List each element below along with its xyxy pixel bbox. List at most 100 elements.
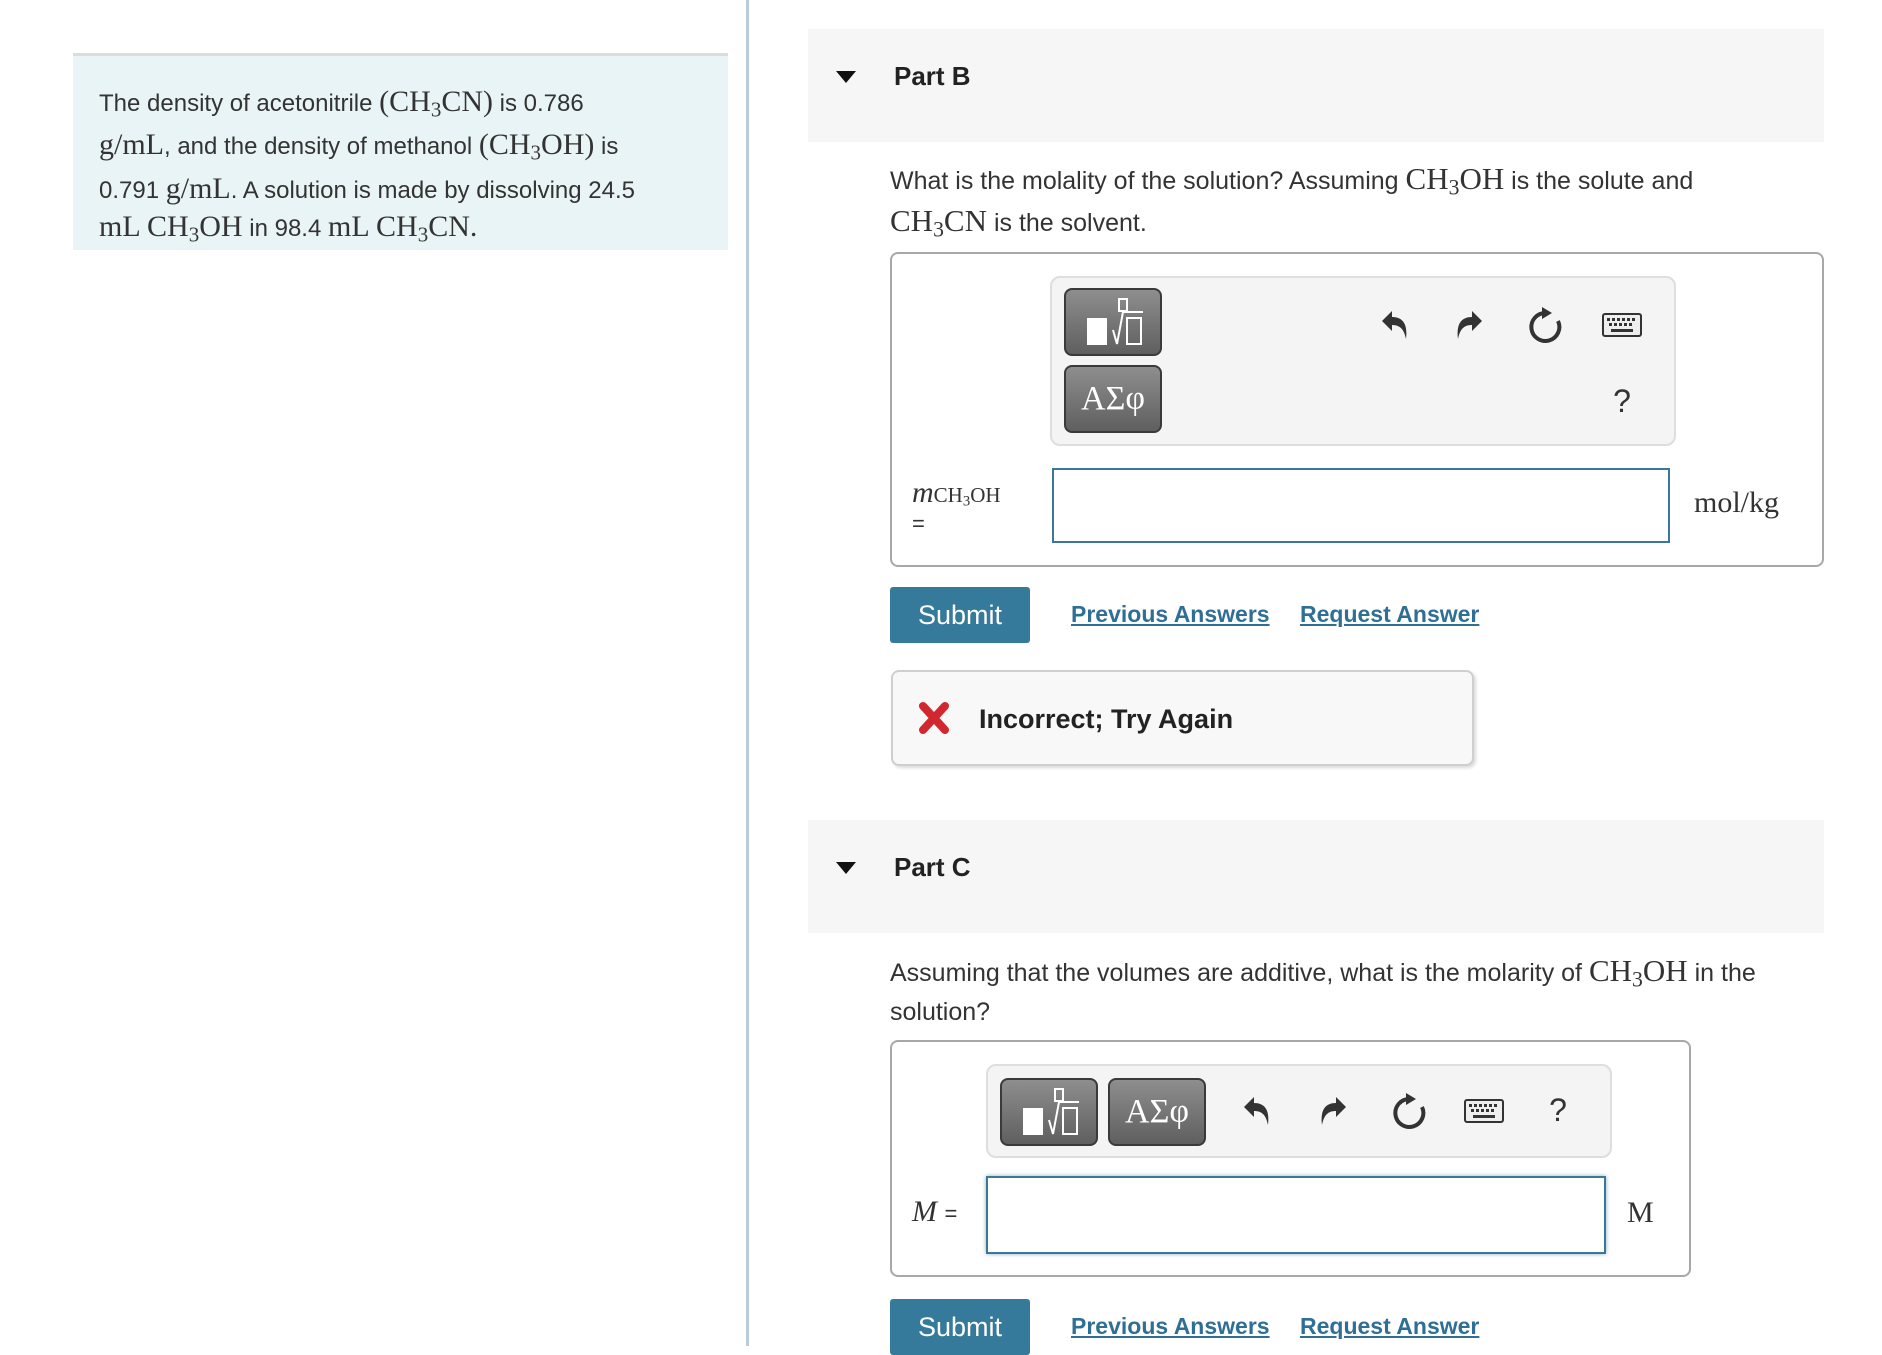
part-b-header[interactable]: Part B — [808, 29, 1824, 142]
keyboard-icon — [1602, 313, 1642, 337]
question-text: in the — [1687, 959, 1756, 987]
math-toolbar: ΑΣφ ? — [1050, 276, 1676, 446]
formula-text: OH) — [541, 128, 595, 162]
formula-volume-acetonitrile: mL CH3CN. — [327, 209, 478, 246]
formula-subscript: 3 — [1632, 967, 1643, 992]
molality-input-field[interactable] — [1054, 470, 1668, 541]
templates-icon — [1087, 298, 1143, 345]
part-b-previous-answers-link[interactable]: Previous Answers — [1071, 601, 1270, 628]
math-toolbar: ΑΣφ ? — [986, 1064, 1612, 1158]
redo-button[interactable] — [1450, 306, 1490, 346]
variable-subscript: OH — [970, 483, 1001, 507]
problem-statement-panel: The density of acetonitrile (CH3CN) is 0… — [73, 53, 728, 250]
problem-text-part: , and the density of methanol — [164, 133, 479, 161]
formula-methanol: CH3OH — [1405, 161, 1505, 200]
part-b-answer-box: ΑΣφ ? mCH3OH = mol/kg — [890, 252, 1824, 567]
undo-button[interactable] — [1374, 306, 1414, 346]
collapse-triangle-icon[interactable] — [836, 71, 856, 83]
keyboard-button[interactable] — [1464, 1092, 1504, 1132]
formula-text: (CH — [379, 85, 431, 118]
help-button[interactable]: ? — [1602, 381, 1642, 421]
formula-methanol: CH3OH — [1588, 953, 1688, 992]
formula-text: CH — [1405, 161, 1449, 196]
unit-text: g/mL — [165, 171, 231, 205]
reset-button[interactable] — [1526, 306, 1566, 346]
formula-acetonitrile: (CH3CN) — [379, 85, 493, 122]
variable-label: M = — [912, 1195, 957, 1229]
unit-text: g/mL — [99, 128, 164, 162]
molarity-answer-input[interactable] — [986, 1176, 1606, 1254]
greek-symbols-label: ΑΣφ — [1125, 1093, 1189, 1130]
formula-text: mL CH — [99, 209, 189, 243]
molality-answer-input[interactable] — [1052, 468, 1670, 543]
redo-icon — [1321, 1097, 1346, 1125]
formula-subscript: 3 — [1448, 175, 1460, 200]
formula-methanol: (CH3OH) — [479, 128, 595, 164]
formula-text: CH — [890, 203, 934, 239]
part-c-title: Part C — [894, 852, 971, 882]
keyboard-icon — [1464, 1099, 1504, 1123]
help-icon: ? — [1613, 382, 1631, 419]
formula-acetonitrile: CH3CN — [890, 203, 987, 241]
question-text: is the solvent. — [987, 209, 1147, 238]
undo-icon — [1382, 311, 1407, 339]
part-c-header[interactable]: Part C — [808, 820, 1824, 933]
problem-text-part: The density of acetonitrile — [99, 90, 380, 117]
part-b-request-answer-link[interactable]: Request Answer — [1300, 601, 1479, 628]
variable-label: mCH3OH = — [912, 476, 1001, 537]
formula-subscript: 3 — [430, 97, 442, 122]
formula-text: CN. — [428, 209, 478, 243]
feedback-incorrect: Incorrect; Try Again — [891, 670, 1474, 766]
part-c-question: Assuming that the volumes are additive, … — [890, 954, 1820, 1029]
part-c-answer-box: ΑΣφ ? M = M — [890, 1040, 1691, 1277]
formula-subscript: 3 — [417, 221, 429, 246]
incorrect-x-icon — [919, 702, 949, 734]
undo-button[interactable] — [1236, 1092, 1276, 1132]
part-b-title: Part B — [894, 61, 971, 91]
problem-text-part: in 98.4 — [242, 214, 328, 242]
variable-main: m — [912, 476, 934, 509]
problem-text-part: is — [594, 133, 619, 161]
panel-divider — [746, 0, 749, 1346]
part-c-previous-answers-link[interactable]: Previous Answers — [1071, 1313, 1270, 1340]
reset-icon — [1529, 307, 1562, 343]
variable-subscript: CH — [933, 483, 963, 507]
question-text: What is the molality of the solution? As… — [890, 167, 1406, 195]
unit-label: M — [1627, 1196, 1654, 1229]
undo-icon — [1244, 1097, 1269, 1125]
formula-text: OH — [1642, 953, 1688, 988]
variable-main: M — [912, 1195, 937, 1228]
help-button[interactable]: ? — [1538, 1090, 1578, 1130]
formula-volume-methanol: mL CH3OH — [99, 209, 243, 246]
question-text: is the solute and — [1504, 167, 1694, 195]
keyboard-button[interactable] — [1602, 306, 1642, 346]
part-b-submit-button[interactable]: Submit — [890, 587, 1030, 643]
templates-icon — [1023, 1088, 1079, 1135]
templates-button[interactable] — [1000, 1078, 1098, 1146]
formula-text: OH — [1459, 161, 1505, 196]
formula-text: CN) — [441, 85, 493, 118]
problem-text-part: 0.791 — [99, 176, 166, 204]
formula-subscript: 3 — [933, 217, 944, 242]
part-b-question: What is the molality of the solution? As… — [890, 162, 1820, 247]
formula-text: CH — [1588, 953, 1633, 988]
greek-symbols-button[interactable]: ΑΣφ — [1064, 365, 1162, 433]
templates-button[interactable] — [1064, 288, 1162, 356]
question-text: Assuming that the volumes are additive, … — [890, 959, 1589, 987]
equals-sign: = — [912, 510, 925, 536]
molarity-input-field[interactable] — [988, 1178, 1604, 1252]
greek-symbols-button[interactable]: ΑΣφ — [1108, 1078, 1206, 1146]
part-c-submit-button[interactable]: Submit — [890, 1299, 1030, 1355]
formula-text: mL CH — [327, 209, 418, 243]
part-c-request-answer-link[interactable]: Request Answer — [1300, 1313, 1479, 1340]
formula-subscript: 3 — [530, 140, 542, 165]
formula-text: OH — [199, 209, 243, 243]
equals-sign: = — [944, 1201, 958, 1226]
reset-button[interactable] — [1390, 1092, 1430, 1132]
help-icon: ? — [1549, 1091, 1567, 1128]
question-text: solution? — [890, 998, 991, 1027]
redo-button[interactable] — [1314, 1092, 1354, 1132]
collapse-triangle-icon[interactable] — [836, 862, 856, 874]
feedback-message: Incorrect; Try Again — [979, 704, 1234, 734]
formula-subscript: 3 — [188, 221, 200, 246]
